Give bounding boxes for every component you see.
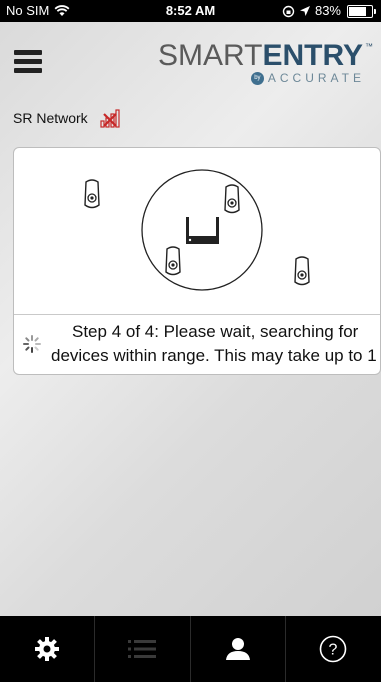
help-icon: ? bbox=[320, 635, 347, 663]
range-circle bbox=[141, 169, 263, 291]
tab-settings[interactable] bbox=[0, 616, 96, 682]
lock-icon bbox=[294, 256, 310, 286]
gear-icon bbox=[35, 637, 60, 661]
menu-line bbox=[14, 68, 42, 73]
lock-icon bbox=[84, 179, 100, 209]
brand-wordmark: SMARTENTRY bbox=[158, 38, 363, 74]
battery-percent: 83% bbox=[314, 3, 341, 18]
brand-logo: SMARTENTRY ™ by ACCURATE bbox=[158, 38, 373, 88]
hamburger-menu-icon[interactable] bbox=[14, 50, 42, 73]
brand-entry: ENTRY bbox=[262, 39, 363, 72]
list-icon bbox=[128, 640, 157, 658]
status-right: 83% bbox=[282, 0, 376, 22]
brand-accurate: ACCURATE bbox=[267, 71, 365, 85]
device-range-illustration bbox=[84, 169, 310, 291]
signal-bars-disconnected-icon bbox=[100, 109, 120, 128]
menu-line bbox=[14, 59, 42, 64]
bottom-tab-bar: ? bbox=[0, 616, 381, 682]
user-icon bbox=[225, 638, 250, 660]
network-status: SR Network bbox=[13, 108, 124, 128]
router-icon bbox=[186, 217, 219, 244]
device-search-card: Step 4 of 4: Please wait, searching for … bbox=[13, 147, 381, 375]
search-status-message: Step 4 of 4: Please wait, searching for … bbox=[14, 315, 380, 374]
search-status-line2: devices within range. This may take up t… bbox=[51, 346, 377, 365]
lock-icon bbox=[224, 184, 240, 214]
tab-user[interactable] bbox=[191, 616, 286, 682]
battery-fill bbox=[349, 6, 366, 16]
search-status-line1: Step 4 of 4: Please wait, searching for bbox=[72, 322, 359, 341]
help-glyph: ? bbox=[329, 642, 338, 659]
lock-icon bbox=[165, 246, 181, 276]
brand-trademark: ™ bbox=[365, 42, 373, 51]
brand-byline: by ACCURATE bbox=[250, 71, 365, 85]
menu-line bbox=[14, 50, 42, 55]
tab-help[interactable]: ? bbox=[286, 616, 381, 682]
battery-icon bbox=[347, 4, 376, 18]
tab-list[interactable] bbox=[95, 616, 191, 682]
location-arrow-icon bbox=[299, 6, 310, 16]
loading-spinner-icon bbox=[23, 335, 41, 353]
brand-by-badge: by bbox=[250, 71, 264, 85]
network-label: SR Network bbox=[13, 110, 88, 126]
brand-smart: SMART bbox=[157, 39, 263, 72]
status-bar: No SIM 8:52 AM 83% bbox=[0, 0, 381, 22]
orientation-lock-icon bbox=[282, 5, 295, 17]
